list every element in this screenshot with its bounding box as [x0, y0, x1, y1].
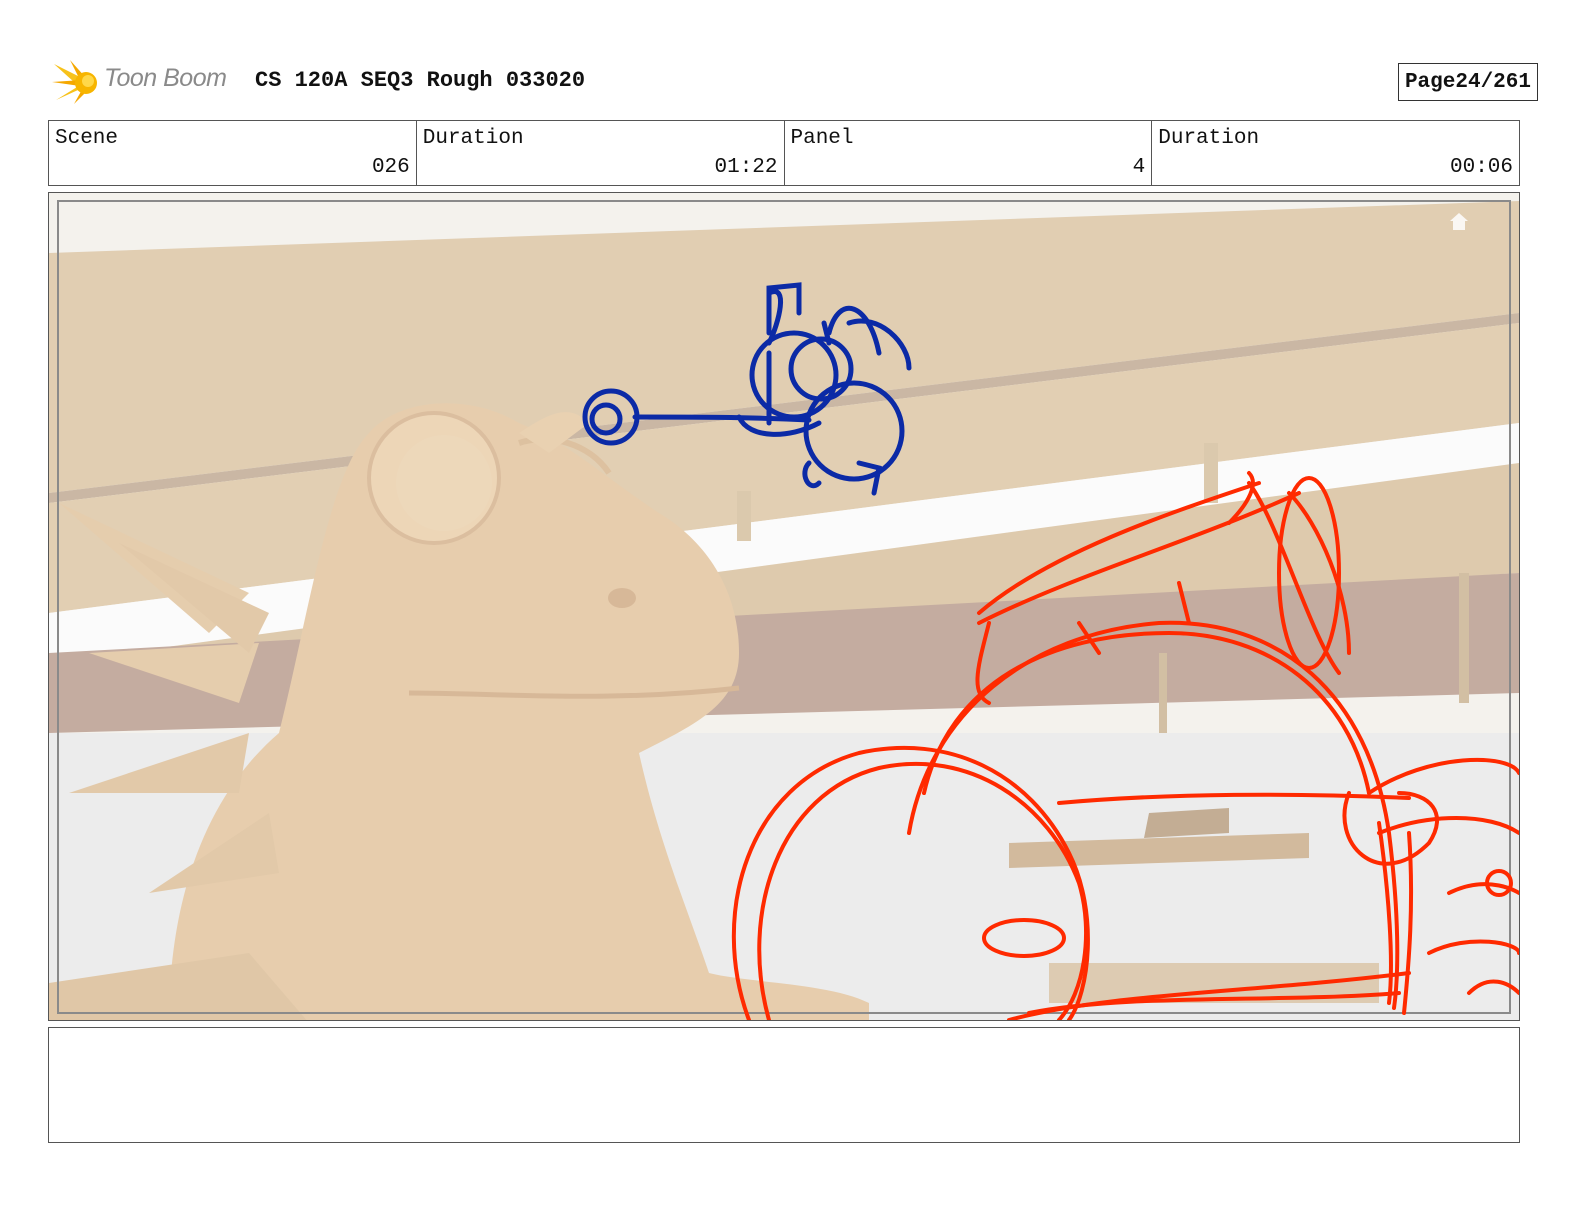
scene-label: Scene	[55, 127, 119, 150]
page-indicator: Page 24/261	[1397, 63, 1538, 101]
page-header: Toon Boom CS 120A SEQ3 Rough 033020 Page…	[52, 56, 1538, 108]
page-number: 24/261	[1455, 70, 1531, 94]
panel-cell: Panel 4	[785, 121, 1153, 185]
panel-duration-label: Duration	[1158, 127, 1260, 150]
scene-cell: Scene 026	[49, 121, 417, 185]
image-wash	[49, 193, 1519, 1020]
logo-text: Toon Boom	[104, 64, 227, 92]
panel-duration-value: 00:06	[1449, 156, 1513, 179]
scene-duration-label: Duration	[422, 127, 524, 150]
scene-value: 026	[371, 156, 410, 179]
panel-duration-cell: Duration 00:06	[1152, 121, 1519, 185]
toon-boom-logo: Toon Boom	[52, 56, 242, 108]
panel-artwork	[49, 193, 1519, 1020]
toon-boom-burst-icon	[52, 60, 97, 104]
document-title: CS 120A SEQ3 Rough 033020	[255, 68, 586, 93]
panel-label: Panel	[790, 127, 854, 150]
panel-value: 4	[1132, 156, 1146, 179]
scene-duration-value: 01:22	[714, 156, 778, 179]
scene-duration-cell: Duration 01:22	[417, 121, 785, 185]
storyboard-panel-image	[48, 192, 1520, 1021]
panel-notes-box	[48, 1027, 1520, 1143]
panel-info-table: Scene 026 Duration 01:22 Panel 4 Duratio…	[48, 120, 1520, 186]
page-label: Page	[1404, 70, 1456, 94]
